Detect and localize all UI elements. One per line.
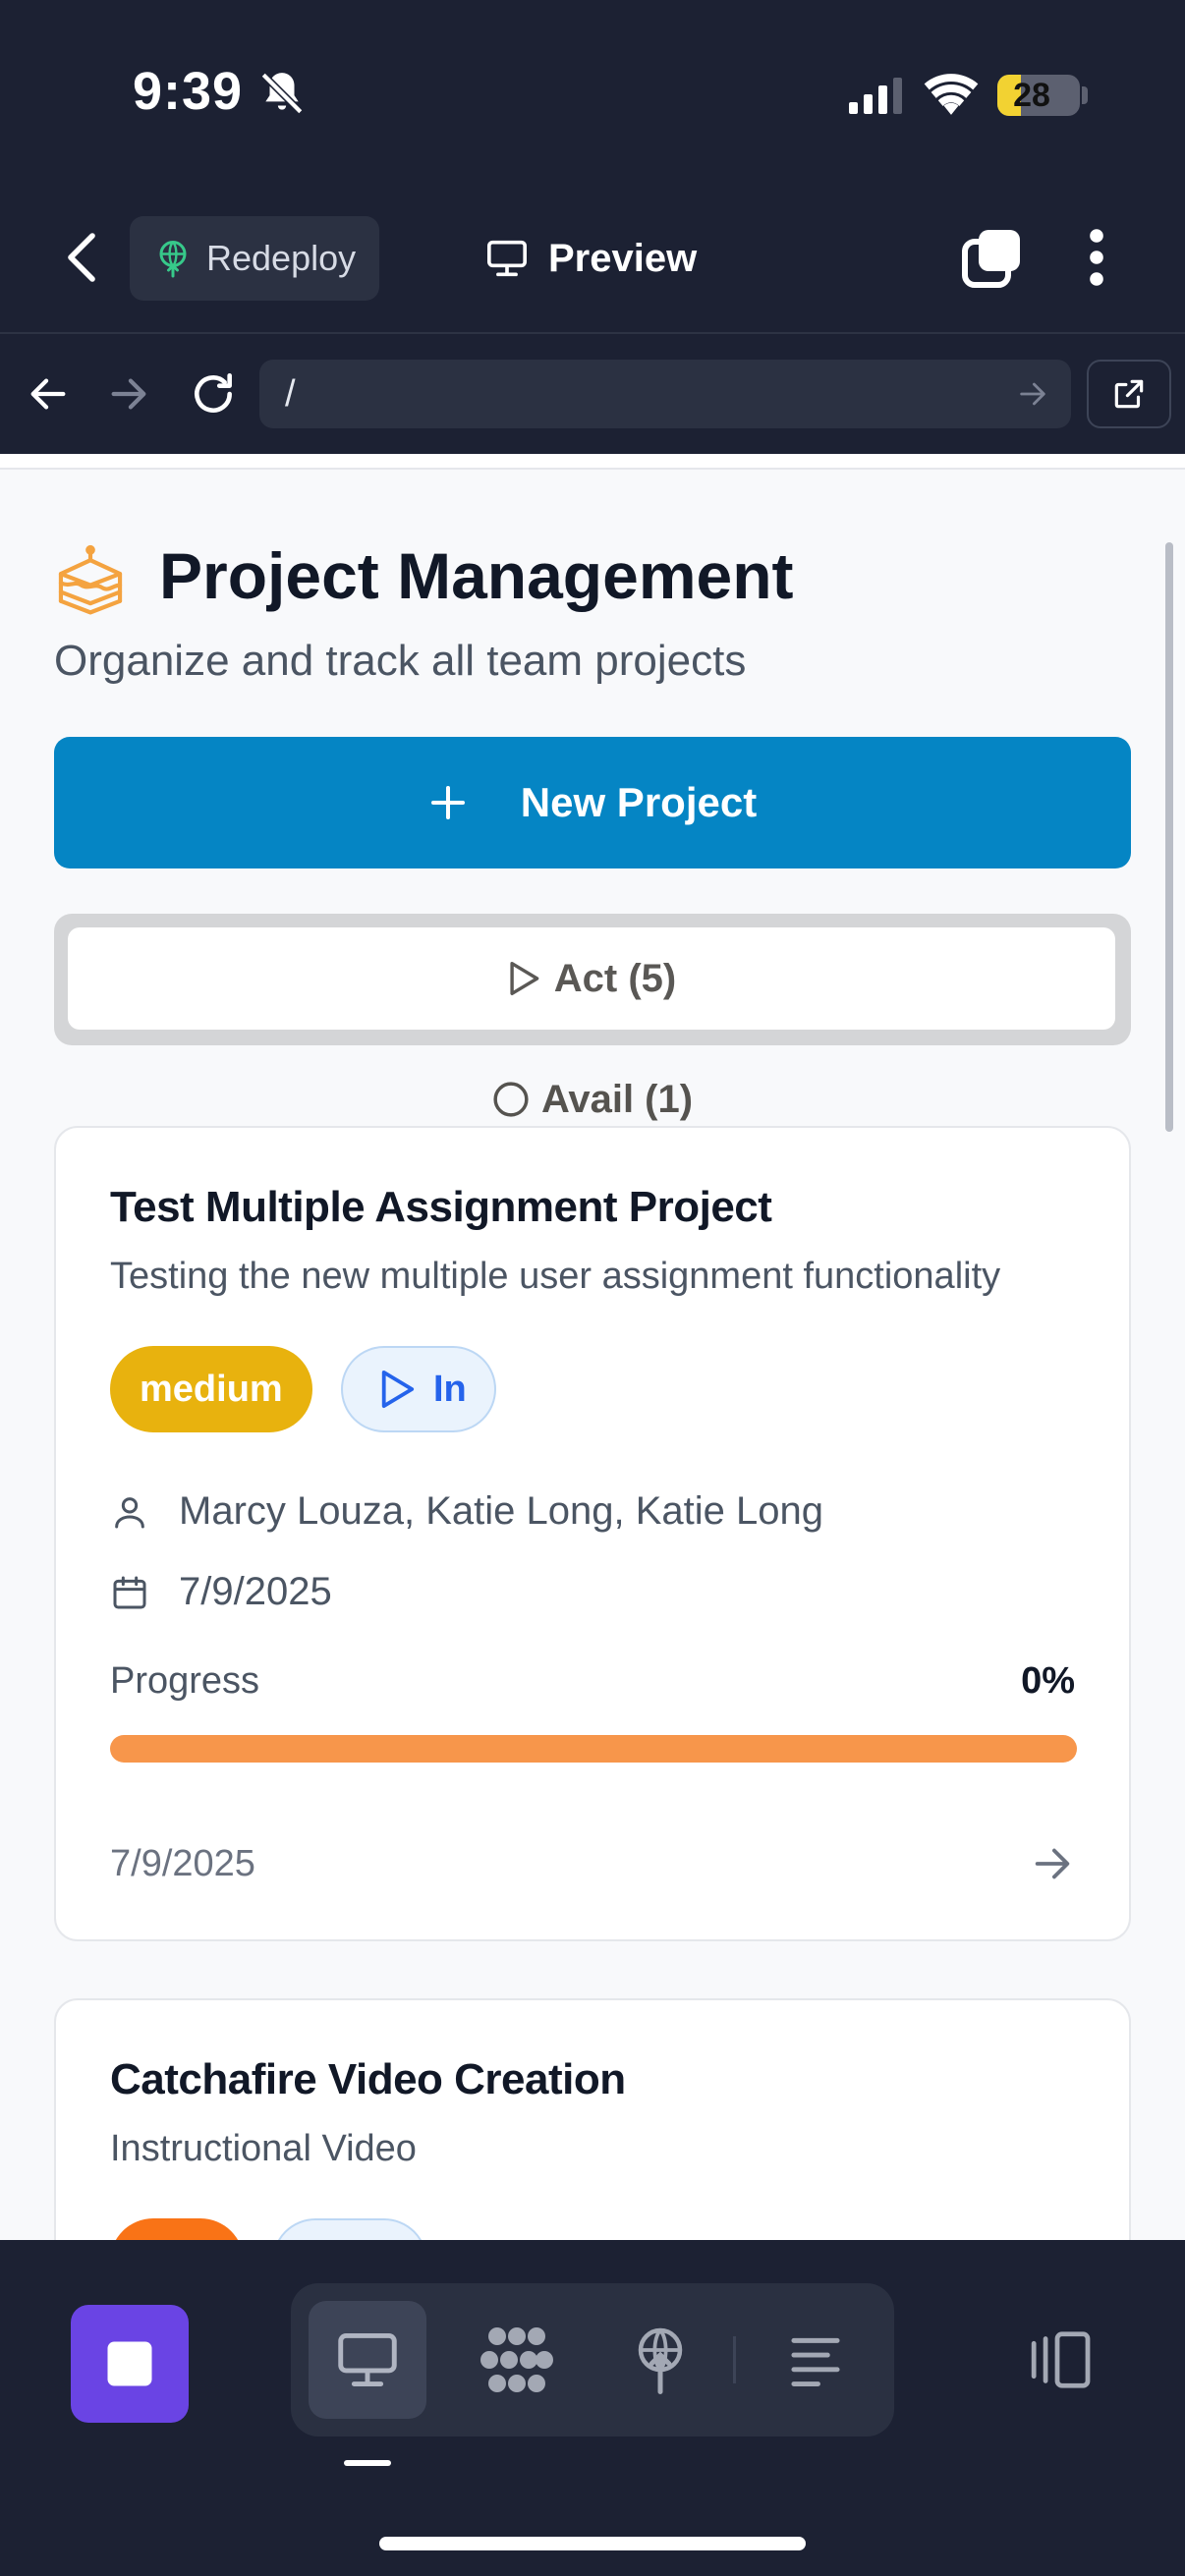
home-indicator[interactable] <box>379 2537 806 2550</box>
project-tabs: Act (5) <box>54 914 1131 1045</box>
sandwich-logo-icon <box>54 544 127 617</box>
play-icon <box>378 1368 416 1411</box>
status-time: 9:39 <box>133 62 244 121</box>
nav-forward-icon[interactable] <box>106 371 151 417</box>
silent-bell-icon <box>257 69 307 118</box>
external-link-icon <box>1110 375 1148 413</box>
stop-button[interactable] <box>71 2305 189 2423</box>
plus-icon <box>428 783 468 822</box>
progress-bar <box>110 1735 1077 1763</box>
back-button[interactable] <box>59 230 106 285</box>
card-footer-date: 7/9/2025 <box>110 1843 255 1884</box>
calendar-icon <box>110 1573 149 1612</box>
deploy-tool-button[interactable] <box>601 2301 719 2419</box>
panel-layout-icon <box>1022 2329 1093 2390</box>
tab-available-label: Avail (1) <box>540 1077 694 1121</box>
arrow-right-icon[interactable] <box>1030 1841 1075 1886</box>
tab-active-label: Act (5) <box>553 956 677 1000</box>
user-icon <box>110 1492 149 1532</box>
tab-active[interactable]: Act (5) <box>68 927 1115 1030</box>
tool-switcher <box>291 2283 894 2436</box>
monitor-icon <box>335 2330 400 2389</box>
redeploy-icon <box>155 239 191 278</box>
go-arrow-icon[interactable] <box>1016 377 1049 411</box>
preview-label: Preview <box>548 236 698 280</box>
web-preview: Project Management Organize and track al… <box>0 454 1185 2240</box>
preview-tool-button[interactable] <box>309 2301 426 2419</box>
page-title: Project Management <box>159 539 794 612</box>
cluster-icon <box>480 2325 554 2394</box>
tabs-overview-icon[interactable] <box>961 226 1024 289</box>
signal-icon <box>847 77 906 116</box>
status-label: In <box>433 1368 467 1410</box>
new-project-button[interactable]: New Project <box>54 737 1131 868</box>
status-bar: 9:39 28 <box>0 0 1185 196</box>
status-badge <box>272 2218 427 2240</box>
bottom-toolbar <box>0 2240 1185 2576</box>
battery-label: 28 <box>1013 77 1050 114</box>
scrollbar[interactable] <box>1165 542 1173 1132</box>
due-date-row: 7/9/2025 <box>110 1570 332 1614</box>
preview-tab[interactable]: Preview <box>485 228 697 289</box>
new-project-label: New Project <box>520 779 758 825</box>
assignees-text: Marcy Louza, Katie Long, Katie Long <box>179 1489 823 1533</box>
circle-icon <box>492 1081 530 1118</box>
progress-label: Progress <box>110 1660 260 1702</box>
due-date-text: 7/9/2025 <box>179 1570 332 1613</box>
battery-indicator: 28 <box>997 75 1080 116</box>
priority-badge <box>110 2218 244 2240</box>
project-title: Catchafire Video Creation <box>110 2055 626 2103</box>
url-input[interactable]: / <box>259 360 1071 428</box>
stop-icon <box>103 2337 156 2390</box>
url-text: / <box>285 372 296 415</box>
assignees-row: Marcy Louza, Katie Long, Katie Long <box>110 1489 823 1534</box>
project-title: Test Multiple Assignment Project <box>110 1183 772 1231</box>
project-description: Testing the new multiple user assignment… <box>110 1256 1001 1297</box>
project-card[interactable]: Catchafire Video Creation Instructional … <box>54 1998 1131 2240</box>
nav-back-icon[interactable] <box>26 371 71 417</box>
layout-toggle-button[interactable] <box>998 2301 1116 2419</box>
progress-value: 0% <box>1021 1660 1075 1702</box>
tab-available[interactable]: Avail (1) <box>0 1069 1185 1130</box>
apps-tool-button[interactable] <box>458 2301 576 2419</box>
monitor-icon <box>485 239 529 278</box>
redeploy-button[interactable]: Redeploy <box>130 216 379 301</box>
play-icon <box>507 960 540 997</box>
priority-badge: medium <box>110 1346 312 1432</box>
project-card[interactable]: Test Multiple Assignment Project Testing… <box>54 1126 1131 1941</box>
priority-label: medium <box>140 1368 283 1410</box>
active-tool-indicator <box>344 2460 391 2466</box>
page-subtitle: Organize and track all team projects <box>54 637 747 685</box>
more-options-icon[interactable] <box>1081 228 1112 287</box>
project-page: Project Management Organize and track al… <box>0 468 1185 2240</box>
reload-icon[interactable] <box>189 369 238 419</box>
project-description: Instructional Video <box>110 2128 417 2169</box>
redeploy-label: Redeploy <box>206 238 357 278</box>
logs-tool-button[interactable] <box>757 2301 875 2419</box>
status-badge: In <box>341 1346 496 1432</box>
wifi-icon <box>924 73 979 116</box>
open-external-button[interactable] <box>1087 360 1171 428</box>
deploy-globe-icon <box>631 2325 690 2394</box>
battery-tip <box>1082 86 1088 104</box>
tool-divider <box>733 2336 736 2383</box>
text-lines-icon <box>786 2333 845 2386</box>
